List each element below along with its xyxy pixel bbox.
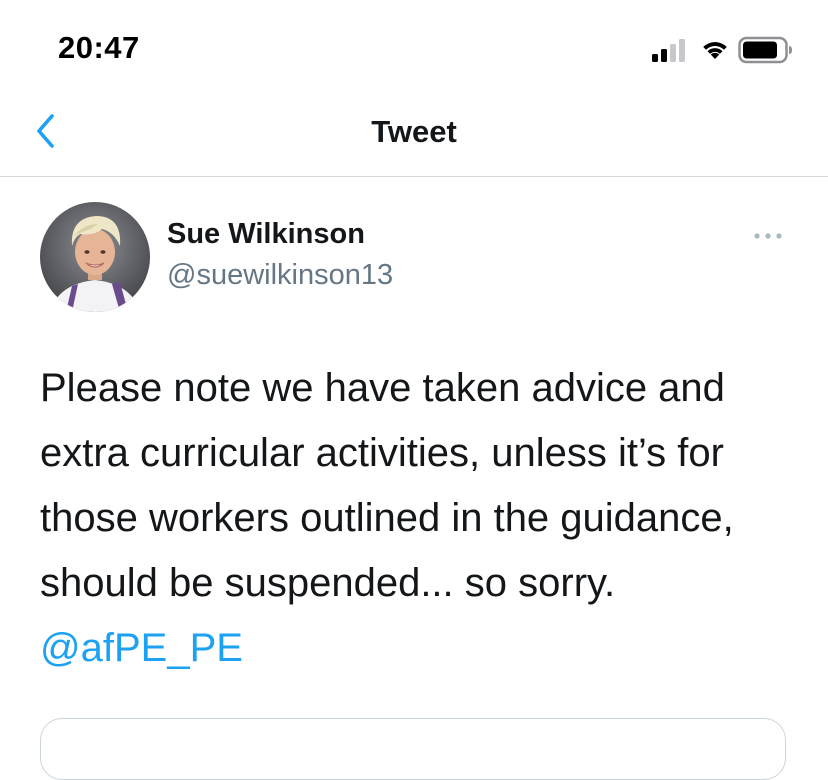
- tweet-text: Please note we have taken advice and ext…: [40, 356, 800, 681]
- cellular-signal-icon: [652, 39, 685, 62]
- navigation-bar: Tweet: [0, 96, 828, 177]
- status-bar: 20:47: [0, 0, 828, 96]
- tweet-body-text: Please note we have taken advice and ext…: [40, 366, 734, 605]
- mention-link[interactable]: @afPE_PE: [40, 626, 243, 670]
- avatar[interactable]: [40, 202, 150, 312]
- author-name[interactable]: Sue Wilkinson: [167, 218, 365, 251]
- more-dots-icon[interactable]: [748, 224, 788, 248]
- quote-card[interactable]: [40, 718, 786, 780]
- page-title: Tweet: [371, 114, 457, 149]
- wifi-icon: [703, 42, 727, 59]
- status-time: 20:47: [58, 30, 140, 65]
- author-handle[interactable]: @suewilkinson13: [167, 259, 393, 292]
- battery-icon: [738, 36, 792, 64]
